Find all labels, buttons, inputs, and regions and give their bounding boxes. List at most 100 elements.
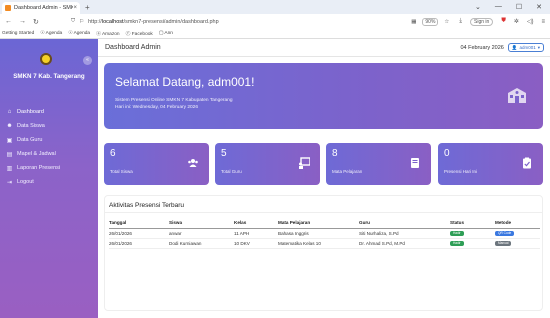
table-row: 26/01/2026 Dodi Kurniawan 10 DKV Matemat…	[109, 238, 540, 249]
stat-value: 0	[444, 148, 450, 159]
minimize-icon[interactable]: —	[495, 3, 502, 11]
favicon-icon	[5, 5, 11, 11]
status-badge: Hadir	[450, 231, 464, 236]
extension-puzzle-icon[interactable]: ✲	[514, 18, 519, 25]
speaker-icon[interactable]: ◁)	[527, 18, 534, 25]
sidebar-item-label: Logout	[17, 179, 34, 185]
chalkboard-icon: ▣	[6, 137, 13, 144]
report-icon: ▥	[6, 165, 13, 172]
menu-icon[interactable]: ≡	[541, 19, 545, 25]
sidebar-item-mapel-jadwal[interactable]: ▤ Mapel & Jadwal	[6, 147, 96, 161]
cell-mapel: Matematika Kelas 10	[278, 238, 359, 249]
cell-tanggal: 26/01/2026	[109, 238, 169, 249]
cell-tanggal: 26/01/2026	[109, 228, 169, 239]
sidebar-item-logout[interactable]: ⇥ Logout	[6, 175, 96, 189]
stat-label: Presensi Hari Ini	[444, 169, 478, 174]
shield-extension-icon[interactable]: ⛊	[501, 18, 506, 25]
cell-guru: Siti Nurhaliza, S.Pd	[359, 228, 450, 239]
page-info-icon[interactable]: ⚐	[79, 19, 84, 25]
stat-card-presensi-hari-ini: 0 Presensi Hari Ini	[438, 143, 543, 185]
reload-icon[interactable]: ↻	[33, 18, 39, 26]
table-row: 26/01/2026 anwar 11 APH Bahasa Inggris S…	[109, 228, 540, 239]
school-name: SMKN 7 Kab. Tangerang	[13, 73, 85, 80]
new-tab-button[interactable]: +	[85, 3, 90, 12]
welcome-line-date: Hari ini: Wednesday, 04 February 2026	[115, 105, 199, 110]
sidebar-item-data-guru[interactable]: ▣ Data Guru	[6, 133, 96, 147]
bookmark-item[interactable]: ▢ Ann	[159, 31, 173, 36]
window-controls: ⌄ — ☐ ✕	[475, 3, 550, 11]
column-header: Metode	[495, 218, 540, 229]
sign-in-button[interactable]: Sign in	[470, 17, 494, 26]
chevron-down-icon[interactable]: ⌄	[475, 3, 481, 11]
status-badge: Hadir	[450, 241, 464, 246]
stat-card-total-guru: 5 Total Guru	[215, 143, 320, 185]
stat-card-total-siswa: 6 Total Siswa	[104, 143, 209, 185]
sidebar-item-label: Data Siswa	[17, 123, 45, 129]
cell-metode: QR Code	[495, 228, 540, 239]
url-bar[interactable]: ⛉ ⚐ http://localhost/smkn7-presensi/admi…	[71, 16, 459, 27]
cell-status: Hadir	[450, 228, 495, 239]
school-logo	[40, 53, 52, 65]
bookmark-star-icon[interactable]: ☆	[444, 19, 449, 25]
stat-value: 5	[221, 148, 227, 159]
welcome-title: Selamat Datang, adm001!	[115, 75, 255, 89]
stat-cards: 6 Total Siswa 5 Total Guru 8 Mata Pelaja…	[104, 143, 543, 185]
browser-tab-strip: Dashboard Admin - SMKN 7 Ka × + ⌄ — ☐ ✕	[0, 0, 550, 14]
sidebar: « SMKN 7 Kab. Tangerang ⌂ Dashboard ☻ Data…	[0, 39, 98, 318]
bookmark-item[interactable]: ⓐ Amazon	[96, 30, 119, 37]
browser-tab[interactable]: Dashboard Admin - SMKN 7 Ka ×	[2, 2, 80, 14]
cell-guru: Dr. Ahmad S.Pd, M.Pd	[359, 238, 450, 249]
close-icon[interactable]: ✕	[536, 3, 542, 11]
extension-icon[interactable]: ▦	[411, 19, 416, 25]
clipboard-check-icon	[523, 157, 531, 169]
tab-title: Dashboard Admin - SMKN 7 Ka	[14, 5, 74, 11]
current-date: 04 February 2026	[460, 44, 504, 51]
cell-mapel: Bahasa Inggris	[278, 228, 359, 239]
user-menu-button[interactable]: 👤 adm001 ▾	[507, 43, 544, 52]
stat-label: Total Siswa	[110, 169, 133, 174]
panel-title: Aktivitas Presensi Terbaru	[105, 196, 542, 213]
book-icon: ▤	[6, 151, 13, 158]
logout-icon: ⇥	[6, 179, 13, 186]
sidebar-item-laporan-presensi[interactable]: ▥ Laporan Presensi	[6, 161, 96, 175]
back-icon[interactable]: ←	[5, 18, 12, 26]
sidebar-item-label: Dashboard	[17, 109, 44, 115]
welcome-banner: Selamat Datang, adm001! Sistem Presensi …	[104, 63, 543, 129]
shield-icon: ⛉	[71, 18, 76, 24]
bookmark-item[interactable]: ☉ Agenda	[40, 31, 62, 36]
method-badge: Manual	[495, 241, 512, 246]
zoom-level[interactable]: 90%	[422, 17, 439, 26]
book-icon	[411, 158, 419, 168]
maximize-icon[interactable]: ☐	[516, 3, 522, 11]
sidebar-item-data-siswa[interactable]: ☻ Data Siswa	[6, 119, 96, 133]
tab-close-icon[interactable]: ×	[73, 5, 77, 11]
cell-kelas: 11 APH	[234, 228, 278, 239]
sidebar-collapse-button[interactable]: «	[83, 56, 92, 65]
user-icon: 👤	[511, 44, 518, 50]
bookmark-item[interactable]: ⓕ Facebook	[126, 30, 153, 37]
column-header: Siswa	[169, 218, 234, 229]
sidebar-item-dashboard[interactable]: ⌂ Dashboard	[6, 105, 96, 119]
method-badge: QR Code	[495, 231, 515, 236]
welcome-subtitle: Sistem Presensi Online SMKN 7 Kabupaten …	[115, 97, 233, 111]
users-icon: ☻	[6, 123, 13, 129]
download-icon[interactable]: ⤓	[459, 18, 462, 25]
bookmarks-bar: Getting Started ☉ Agenda ☉ Agenda ⓐ Amaz…	[0, 29, 550, 39]
cell-siswa: Dodi Kurniawan	[169, 238, 234, 249]
sidebar-menu: ⌂ Dashboard ☻ Data Siswa ▣ Data Guru ▤ Mapel…	[6, 105, 96, 189]
chalkboard-teacher-icon	[299, 157, 310, 169]
cell-metode: Manual	[495, 238, 540, 249]
top-bar: Dashboard Admin 04 February 2026 👤 adm001…	[98, 39, 550, 57]
home-icon: ⌂	[7, 109, 12, 115]
user-name: adm001	[519, 45, 536, 50]
stat-value: 6	[110, 148, 116, 159]
forward-icon[interactable]: →	[19, 18, 26, 26]
column-header: Tanggal	[109, 218, 169, 229]
stat-label: Total Guru	[221, 169, 242, 174]
bookmark-item[interactable]: ☉ Agenda	[68, 31, 90, 36]
school-building-icon	[508, 88, 526, 103]
sidebar-item-label: Laporan Presensi	[17, 165, 61, 171]
stat-card-mata-pelajaran: 8 Mata Pelajaran	[326, 143, 431, 185]
bookmark-item[interactable]: Getting Started	[2, 31, 34, 36]
cell-siswa: anwar	[169, 228, 234, 239]
